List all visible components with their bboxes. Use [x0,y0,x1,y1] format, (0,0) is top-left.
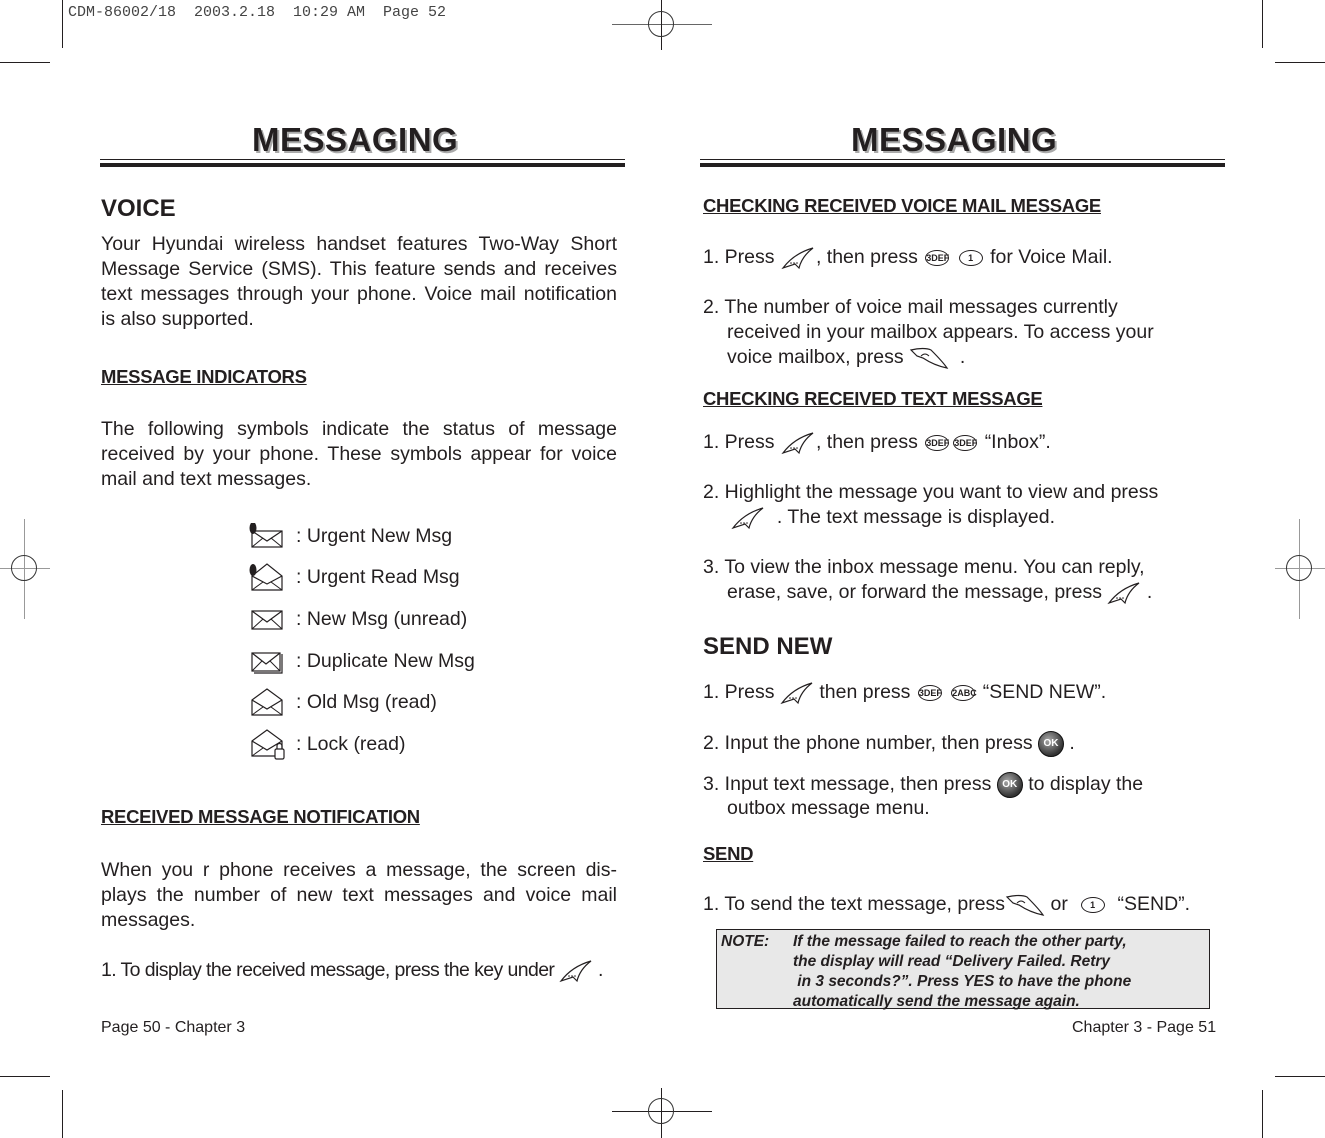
right-page-title: MESSAGING [851,121,1058,158]
vm-step-2-cont: received in your mailbox appears. To acc… [727,321,1154,343]
tm-step-1: 1. Press , then press 3DEF 3DEF “Inbox”. [703,431,1051,455]
send-new-heading: SEND NEW [703,633,833,660]
indicator-old-msg: : Old Msg (read) [248,687,437,717]
indicator-label: : New Msg (unread) [296,607,468,630]
indicator-label: : Old Msg (read) [296,690,437,713]
tm-step-3: 3. To view the inbox message menu. You c… [703,556,1145,578]
indicators-intro: The following symbols indicate the statu… [101,418,617,490]
indicator-label: : Lock (read) [296,732,406,755]
crop-mark [1262,1090,1263,1138]
key-3-icon: 3DEF [917,685,942,701]
vm-step-2-cont: voice mailbox, press . [727,346,966,369]
left-page-footer: Page 50 - Chapter 3 [101,1019,246,1036]
crop-mark [62,1090,63,1138]
voice-intro: Your Hyundai wireless handset features T… [101,233,617,330]
vm-step-1: 1. Press , then press 3DEF 1 for Voice M… [703,246,1113,270]
key-1-icon: 1 [958,250,983,266]
indicator-urgent-new: : Urgent New Msg [248,521,452,551]
key-1-icon: 1 [1080,897,1105,913]
indicator-label: : Duplicate New Msg [296,649,475,672]
received-notification-heading: RECEIVED MESSAGE NOTIFICATION [101,806,420,827]
crop-mark [1262,0,1263,48]
voice-heading: VOICE [101,195,176,222]
registration-circle [1286,555,1312,581]
urgent-new-msg-icon [249,523,283,548]
right-page-footer: Chapter 3 - Page 51 [1072,1019,1217,1036]
sn-step-1: 1. Press then press 3DEF 2ABC “SEND NEW”… [703,681,1107,705]
notification-text: When you r phone receives a message, the… [101,859,617,931]
key-3-icon: 3DEF [953,435,977,451]
indicator-label: : Urgent New Msg [296,524,453,547]
lock-read-icon [251,729,285,760]
crop-mark [1275,62,1325,63]
print-slug: CDM-86002/18 2003.2.18 10:29 AM Page 52 [68,4,447,21]
duplicate-new-msg-icon [251,652,283,674]
send-key-icon [1005,894,1045,916]
indicator-new-msg: : New Msg (unread) [248,604,467,634]
tm-step-3-cont: erase, save, or forward the message, pre… [727,581,1153,605]
registration-circle [11,555,37,581]
title-rule [700,163,1225,167]
title-rule [100,159,625,160]
urgent-read-msg-icon [249,563,283,591]
title-rule [100,163,625,167]
crop-mark [1275,1076,1325,1077]
key-3-icon: 3DEF [925,250,949,266]
left-soft-key-icon [731,507,764,530]
left-soft-key-icon [781,247,814,270]
sn-step-3-cont: outbox message menu. [727,797,930,819]
vm-step-2: 2. The number of voice mail messages cur… [703,296,1118,318]
indicator-urgent-read: : Urgent Read Msg [248,562,460,592]
left-soft-key-icon [559,960,592,983]
sn-step-2: 2. Input the phone number, then press OK… [703,731,1075,757]
key-3-icon: 3DEF [925,435,949,451]
send-heading: SEND [703,843,754,864]
crop-mark [62,0,63,48]
indicator-lock-read: : Lock (read) [248,729,406,760]
note-text: If the message failed to reach the other… [793,933,1132,1010]
left-soft-key-icon [1107,582,1140,605]
left-soft-key-icon [781,432,814,455]
text-message-heading: CHECKING RECEIVED TEXT MESSAGE [703,388,1043,409]
title-rule [700,159,1225,160]
tm-step-2-cont: . The text message is displayed. [730,506,1055,530]
left-page-title: MESSAGING [252,121,459,158]
message-indicators-heading: MESSAGE INDICATORS [101,366,307,387]
note-label: NOTE: [721,933,770,950]
ok-key-icon: OK [996,772,1023,798]
send-step-1: 1. To send the text message, press or 1 … [703,893,1191,916]
indicator-duplicate-new: : Duplicate New Msg [248,646,475,676]
send-key-icon [909,347,949,369]
old-msg-icon [251,688,283,716]
voice-mail-heading: CHECKING RECEIVED VOICE MAIL MESSAGE [703,195,1101,216]
indicator-label: : Urgent Read Msg [296,565,460,588]
left-soft-key-icon [780,682,813,705]
registration-circle [648,1098,674,1124]
key-2-icon: 2ABC [951,685,977,701]
crop-mark [0,62,50,63]
registration-circle [648,11,674,37]
new-msg-icon [251,610,283,630]
note-box: NOTE: If the message failed to reach the… [716,929,1210,1010]
sn-step-3: 3. Input text message, then press OK to … [703,772,1143,798]
crop-mark [0,1076,50,1077]
notification-step-1: 1. To display the received message, pres… [101,959,603,983]
tm-step-2: 2. Highlight the message you want to vie… [703,481,1159,503]
ok-key-icon: OK [1038,731,1064,757]
